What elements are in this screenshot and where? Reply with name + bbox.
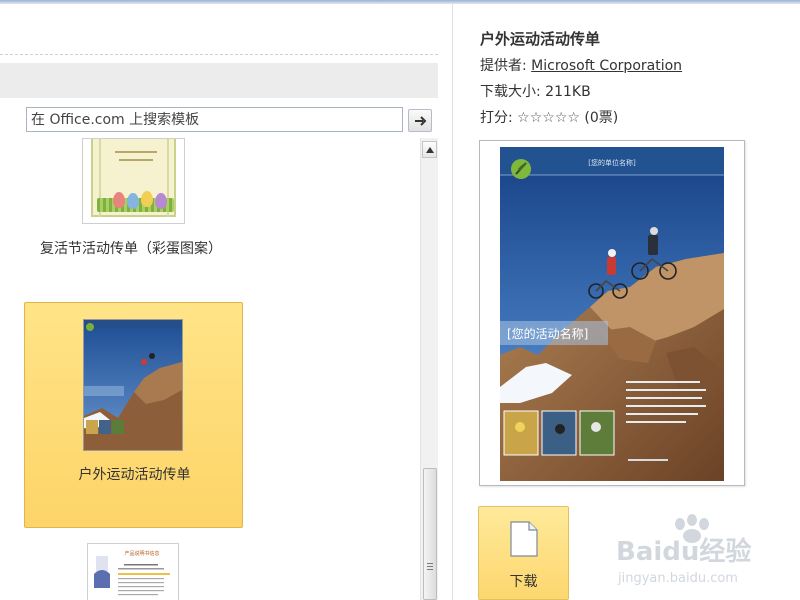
search-go-button[interactable] <box>408 109 432 132</box>
outdoor-flyer-mini <box>84 320 182 450</box>
product-flyer-mini: 产品说明书信息 <box>94 550 170 596</box>
template-item-outdoor[interactable]: 户外运动活动传单 <box>24 302 243 528</box>
template-thumbnail-product[interactable]: 产品说明书信息 <box>87 543 179 600</box>
egg-icon <box>113 192 125 208</box>
triangle-up-icon <box>426 147 434 153</box>
template-preview: [您的单位名称] [您的活动名称] <box>479 140 745 486</box>
size-line: 下载大小: 211KB <box>480 81 591 101</box>
rating-line: 打分: ☆☆☆☆☆ (0票) <box>480 107 618 127</box>
easter-flyer-art <box>91 139 176 217</box>
egg-icon <box>155 193 167 209</box>
template-list-scrollbar[interactable] <box>420 138 438 600</box>
template-list: 复活节活动传单（彩蛋图案） 户外运动活动传单 产品说明书信息 <box>0 138 420 600</box>
search-row <box>0 104 438 136</box>
size-value: 211KB <box>545 84 591 100</box>
preview-event-name: [您的活动名称] <box>507 326 588 341</box>
template-thumbnail-outdoor <box>83 319 183 451</box>
template-thumbnail-easter[interactable] <box>82 138 185 224</box>
download-label: 下载 <box>509 574 538 590</box>
scroll-up-button[interactable] <box>422 141 437 158</box>
outdoor-flyer-preview: [您的单位名称] [您的活动名称] <box>500 147 724 481</box>
category-header-bar <box>0 63 438 98</box>
provider-link[interactable]: Microsoft Corporation <box>531 58 682 74</box>
egg-icon <box>127 193 139 209</box>
template-browser-pane: 复活节活动传单（彩蛋图案） <box>0 4 452 600</box>
template-label-easter[interactable]: 复活节活动传单（彩蛋图案） <box>40 238 222 258</box>
rating-label: 打分: <box>480 110 513 126</box>
rating-votes: (0票) <box>584 110 619 126</box>
template-label-outdoor: 户外运动活动传单 <box>78 467 191 483</box>
watermark-brand: Baidu经验 <box>616 536 751 567</box>
provider-line: 提供者: Microsoft Corporation <box>480 55 682 75</box>
scroll-thumb[interactable] <box>423 468 437 600</box>
download-button[interactable]: 下载 <box>478 506 569 600</box>
leaf-icon <box>511 159 531 179</box>
egg-icon <box>141 191 153 207</box>
details-title: 户外运动活动传单 <box>480 30 601 48</box>
photo-strip <box>503 410 615 456</box>
size-label: 下载大小: <box>480 84 541 100</box>
preview-org-name: [您的单位名称] <box>588 158 636 167</box>
rating-stars[interactable]: ☆☆☆☆☆ <box>517 110 580 126</box>
product-thumb-title: 产品说明书信息 <box>124 550 159 557</box>
watermark-url: jingyan.baidu.com <box>617 571 738 586</box>
provider-label: 提供者: <box>480 58 527 74</box>
document-icon <box>510 521 538 557</box>
baidu-watermark: Baidu经验 jingyan.baidu.com <box>616 514 751 586</box>
dashed-separator <box>0 54 438 55</box>
search-input[interactable] <box>26 107 403 132</box>
arrow-right-icon <box>415 116 427 126</box>
